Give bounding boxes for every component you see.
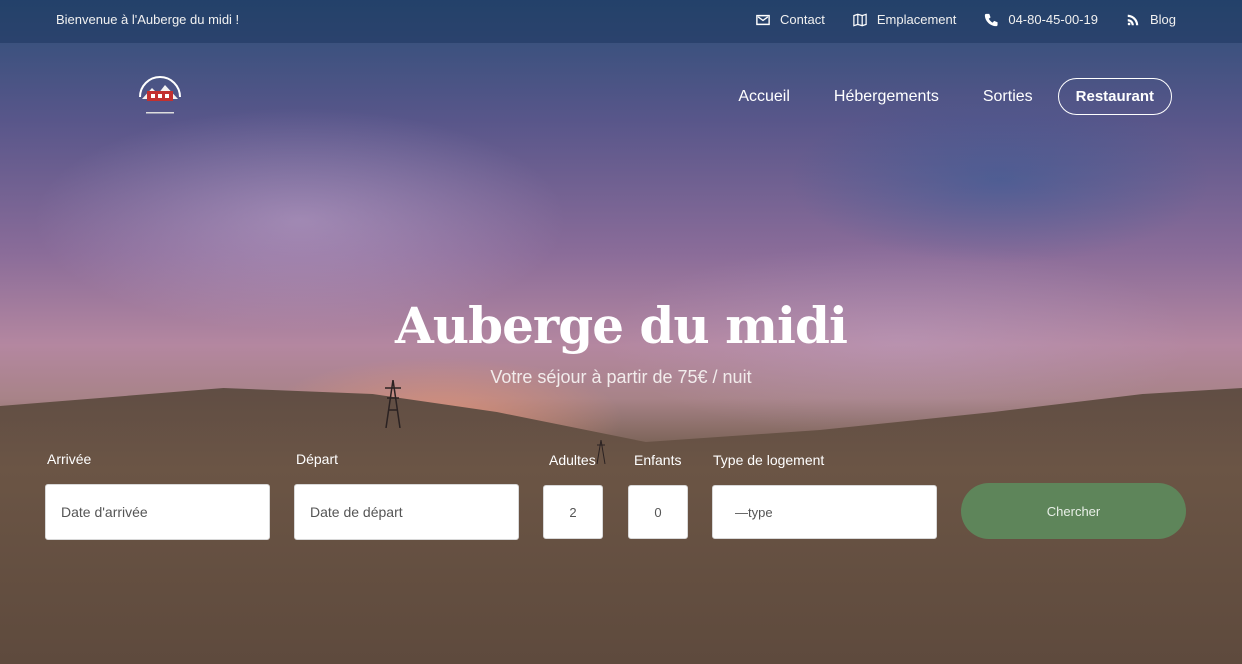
adults-input[interactable]: 2 [543, 485, 603, 539]
envelope-icon [756, 14, 770, 25]
blog-label: Blog [1149, 12, 1176, 27]
hero-title: Auberge du midi [394, 296, 848, 355]
main-navigation: Accueil Hébergements Sorties Restaurant [694, 78, 1172, 115]
hero-subtitle: Votre séjour à partir de 75€ / nuit [490, 367, 752, 387]
children-input[interactable]: 0 [628, 485, 688, 539]
contact-label: Contact [780, 12, 825, 27]
nav-hebergements[interactable]: Hébergements [834, 88, 939, 106]
power-tower-icon [596, 440, 606, 464]
room-type-label: Type de logement [713, 452, 825, 468]
search-button[interactable]: Chercher [961, 483, 1186, 539]
blog-link[interactable]: Blog [1126, 12, 1176, 27]
room-type-select[interactable]: —type [712, 485, 937, 539]
adults-label: Adultes [549, 452, 596, 468]
nav-accueil[interactable]: Accueil [738, 88, 790, 106]
phone-icon [985, 13, 998, 26]
departure-date-input[interactable]: Date de départ [294, 484, 519, 540]
auberge-logo[interactable] [138, 73, 182, 117]
phone-link[interactable]: 04-80-45-00-19 [984, 12, 1098, 27]
children-label: Enfants [634, 452, 682, 468]
departure-label: Départ [296, 451, 339, 467]
nav-sorties[interactable]: Sorties [983, 88, 1033, 106]
blog-feed-icon [1127, 14, 1139, 25]
location-link[interactable]: Emplacement [853, 12, 956, 27]
location-label: Emplacement [876, 12, 957, 27]
phone-label: 04-80-45-00-19 [1008, 12, 1098, 27]
map-icon [853, 12, 867, 27]
contact-link[interactable]: Contact [756, 12, 825, 27]
restaurant-button[interactable]: Restaurant [1057, 78, 1172, 115]
arrival-label: Arrivée [47, 451, 92, 467]
welcome-message: Bienvenue à l'Auberge du midi ! [56, 12, 240, 27]
top-info-bar: Bienvenue à l'Auberge du midi ! Contact … [0, 0, 1242, 43]
arrival-date-input[interactable]: Date d'arrivée [45, 484, 270, 540]
top-links: Contact Emplacement 04-80-45-00-19 Blog [756, 12, 1176, 27]
